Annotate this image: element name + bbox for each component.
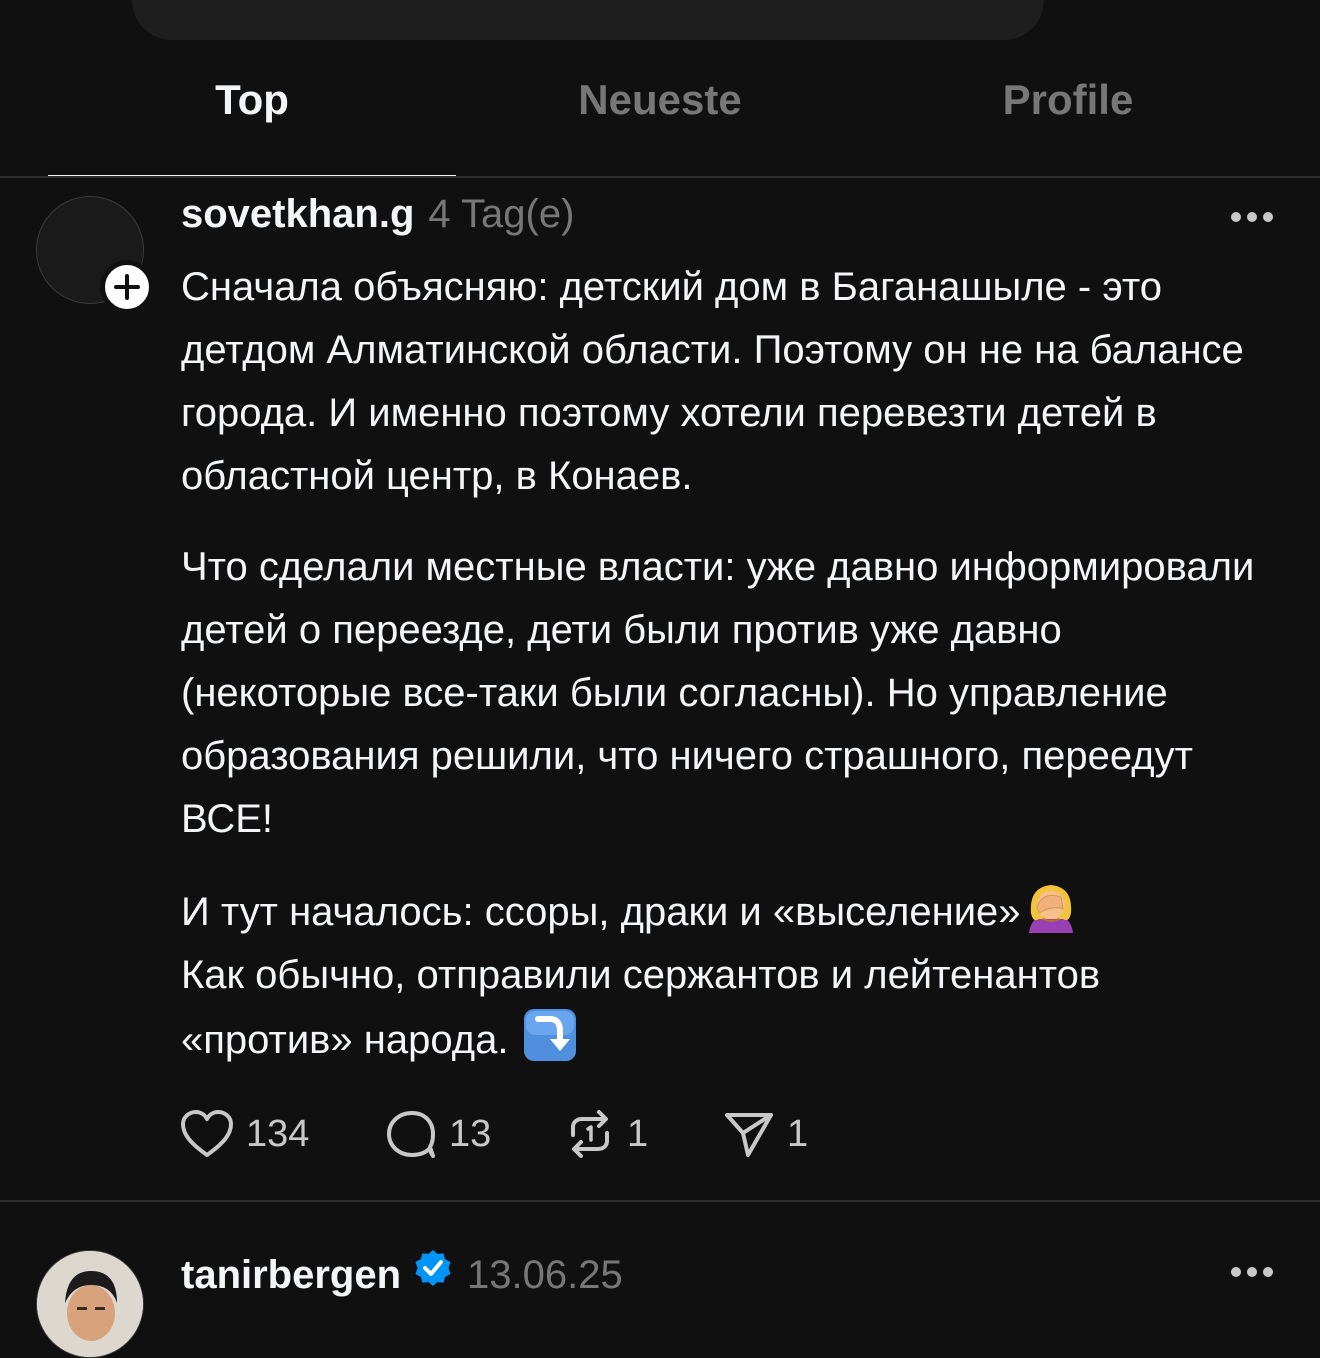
post-text: Сначала объясняю: детский дом в Баганашы…	[181, 256, 1261, 1072]
comment-button[interactable]: 13	[385, 1109, 565, 1159]
face-palm-emoji	[1028, 885, 1073, 933]
repost-button[interactable]: 1	[565, 1109, 723, 1159]
more-options-icon[interactable]	[1230, 1265, 1274, 1279]
tabs-divider	[0, 176, 1320, 178]
heart-icon	[181, 1110, 233, 1157]
arrow-down-right-emoji	[523, 1009, 576, 1061]
send-icon	[725, 1113, 773, 1157]
tab-profile[interactable]: Profile	[864, 52, 1272, 176]
follow-button[interactable]	[100, 260, 154, 314]
post-header: tanirbergen 13.06.25	[181, 1248, 623, 1298]
plus-icon	[114, 274, 140, 300]
profile-photo	[37, 1251, 143, 1357]
share-count: 1	[787, 1112, 809, 1155]
comment-count: 13	[449, 1112, 492, 1155]
settings-icon[interactable]	[1208, 0, 1272, 4]
more-options-icon[interactable]	[1230, 210, 1274, 224]
post-paragraph-with-emoji: И тут началось: ссоры, драки и «выселени…	[181, 879, 1261, 1072]
post-line: Как обычно, отправили сержантов и лейтен…	[181, 953, 1101, 1062]
share-button[interactable]: 1	[723, 1109, 808, 1159]
post-timestamp: 13.06.25	[467, 1253, 623, 1297]
post-actions: 134 13 1 1	[180, 1108, 808, 1160]
post-paragraph: Сначала объясняю: детский дом в Баганашы…	[181, 265, 1244, 498]
username[interactable]: tanirbergen	[181, 1253, 401, 1298]
tab-top-label: Top	[215, 76, 289, 123]
avatar[interactable]	[36, 1250, 144, 1358]
feed-tabs: Top Neueste Profile	[48, 52, 1272, 178]
close-icon[interactable]	[1090, 0, 1130, 4]
tab-top[interactable]: Top	[48, 52, 456, 178]
verified-badge-icon	[415, 1250, 451, 1286]
like-button[interactable]: 134	[180, 1109, 385, 1159]
post-line: И тут началось: ссоры, драки и «выселени…	[181, 890, 1021, 934]
post-paragraph: Что сделали местные власти: уже давно ин…	[181, 545, 1255, 841]
repost-count: 1	[627, 1112, 649, 1155]
post-header: sovetkhan.g 4 Tag(e)	[181, 192, 574, 237]
comment-icon	[387, 1111, 435, 1158]
post-divider	[0, 1200, 1320, 1202]
post-timestamp: 4 Tag(e)	[428, 192, 575, 236]
repost-icon	[571, 1110, 609, 1158]
like-count: 134	[246, 1112, 310, 1155]
username[interactable]: sovetkhan.g	[181, 192, 414, 237]
top-icons	[1090, 0, 1290, 10]
tab-neueste-label: Neueste	[578, 76, 742, 123]
tab-profile-label: Profile	[1002, 76, 1134, 123]
search-bar[interactable]	[132, 0, 1044, 40]
tab-neueste[interactable]: Neueste	[456, 52, 864, 176]
